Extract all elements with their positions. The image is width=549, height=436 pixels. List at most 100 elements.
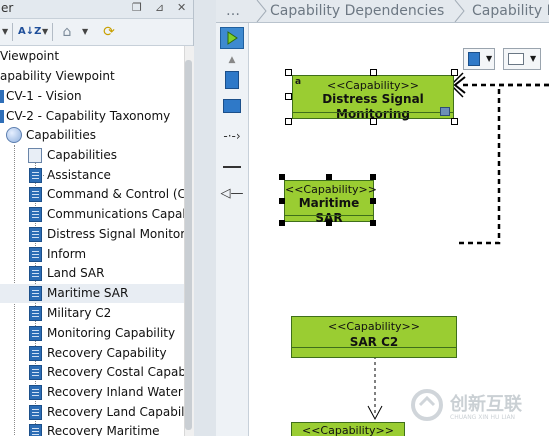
tree-item[interactable]: Communications Capability <box>0 205 184 224</box>
panel-title-bar: er ❐ ⊿ ✕ <box>0 0 193 19</box>
tree-item-label: Recovery Land Capability <box>47 405 184 419</box>
resize-handle[interactable] <box>285 69 292 76</box>
capability-icon <box>29 227 42 242</box>
panel-splitter[interactable] <box>194 0 216 436</box>
tree-item[interactable]: CV-1 - Vision <box>0 87 184 106</box>
view-icon <box>0 110 4 123</box>
tree-item[interactable]: Command & Control (CS) <box>0 185 184 204</box>
resize-handle[interactable] <box>370 220 376 226</box>
watermark-subtext: CHUANG XIN HU LIAN <box>450 414 516 421</box>
toolbar-separator <box>52 23 53 41</box>
tree-item-label: Inform <box>47 247 87 261</box>
watermark-text: 创新互联 <box>450 394 522 415</box>
capability-icon <box>29 286 42 301</box>
tree-item-label: Military C2 <box>47 306 112 320</box>
tree-item-label: Monitoring Capability <box>47 326 176 340</box>
node-stereotype: <<Capability>> <box>302 424 394 436</box>
tree-item-label: Recovery Capability <box>47 346 167 360</box>
resize-handle[interactable] <box>451 118 458 125</box>
node-stereotype: <<Capability>> <box>327 79 419 92</box>
pin-icon[interactable]: ⊿ <box>155 1 164 14</box>
tree-item[interactable]: Land SAR <box>0 264 184 283</box>
tree-item-selected[interactable]: Maritime SAR <box>0 284 184 303</box>
tree-item[interactable]: Recovery Capability <box>0 344 184 363</box>
tree-item[interactable]: Capabilities <box>0 146 184 165</box>
resize-handle[interactable] <box>370 69 377 76</box>
capability-box-icon[interactable] <box>220 95 244 117</box>
package-icon <box>6 127 22 143</box>
model-tree: Viewpoint apability Viewpoint CV-1 - Vis… <box>0 46 184 436</box>
panel-title: er <box>1 1 14 15</box>
triangle-arrow-icon[interactable]: ◁— <box>220 183 244 205</box>
resize-handle[interactable] <box>279 220 285 226</box>
watermark: 创新互联 CHUANG XIN HU LIAN <box>402 378 549 436</box>
resize-handle[interactable] <box>285 118 292 125</box>
restore-icon[interactable]: ❐ <box>132 1 142 14</box>
tree-item[interactable]: Recovery Maritime <box>0 422 184 436</box>
resize-handle[interactable] <box>370 174 376 180</box>
resize-handle[interactable] <box>370 118 377 125</box>
breadcrumb-separator-icon <box>256 0 267 22</box>
tree-item-label: Recovery Costal Capability <box>47 365 184 379</box>
resize-handle[interactable] <box>370 198 376 204</box>
tree-item[interactable]: Recovery Costal Capability <box>0 363 184 382</box>
capability-icon <box>29 306 42 321</box>
breadcrumb-item[interactable]: Capability Dependencies <box>270 1 444 21</box>
capability-icon <box>29 365 42 380</box>
resize-handle[interactable] <box>326 174 332 180</box>
capability-icon[interactable] <box>220 69 244 91</box>
tree-item[interactable]: CV-2 - Capability Taxonomy <box>0 107 184 126</box>
dependency-arrow-icon[interactable]: -·-› <box>220 125 244 147</box>
triangle-up-icon[interactable]: ▲ <box>220 49 244 71</box>
tree-item-label: Recovery Inland Water <box>47 385 183 399</box>
select-pointer-icon[interactable] <box>220 27 244 49</box>
tree-item[interactable]: Viewpoint <box>0 47 184 66</box>
resize-handle[interactable] <box>285 93 292 100</box>
capability-icon <box>29 405 42 420</box>
resize-handle[interactable] <box>279 174 285 180</box>
tree-scrollbar-thumb[interactable] <box>185 60 192 430</box>
tree-item[interactable]: Recovery Land Capability <box>0 403 184 422</box>
line-tool-icon[interactable] <box>220 156 244 178</box>
capability-icon <box>29 424 42 436</box>
home-icon[interactable]: ⌂ <box>58 23 76 41</box>
capability-node[interactable]: <<Capability>> <box>291 422 405 436</box>
refresh-icon[interactable]: ⟳ <box>100 23 118 41</box>
tree-item[interactable]: Military C2 <box>0 304 184 323</box>
home-dropdown-icon[interactable]: ▼ <box>82 27 88 36</box>
resize-handle[interactable] <box>326 220 332 226</box>
resize-handle[interactable] <box>451 69 458 76</box>
capability-icon <box>29 207 42 222</box>
tree-item[interactable]: Assistance <box>0 166 184 185</box>
capability-icon <box>29 346 42 361</box>
capability-icon <box>29 266 42 281</box>
close-icon[interactable]: ✕ <box>177 1 186 14</box>
tree-item[interactable]: Recovery Inland Water <box>0 383 184 402</box>
linked-diagram-icon[interactable] <box>440 107 450 116</box>
node-stereotype: <<Capability>> <box>285 183 377 196</box>
capability-node-selected[interactable]: <<Capability>> Maritime SAR <box>284 180 377 225</box>
sort-dropdown-icon[interactable]: ▼ <box>42 27 48 36</box>
sort-az-icon[interactable]: A↓Z <box>18 23 41 41</box>
breadcrumb-item[interactable]: Capability L <box>472 1 549 21</box>
capability-icon <box>29 247 42 262</box>
resize-handle[interactable] <box>279 198 285 204</box>
capability-node[interactable]: <<Capability>> SAR C2 <box>291 316 457 358</box>
capability-icon <box>29 168 42 183</box>
dropdown-arrow-icon[interactable]: ▼ <box>2 27 8 36</box>
tree-item[interactable]: Inform <box>0 245 184 264</box>
tree-item[interactable]: apability Viewpoint <box>0 67 184 86</box>
model-browser-panel: er ❐ ⊿ ✕ ▼ A↓Z ▼ ⌂ ▼ ⟳ Viewpoint apabili… <box>0 0 194 436</box>
breadcrumb-ellipsis[interactable]: … <box>226 1 240 21</box>
view-icon <box>0 90 4 103</box>
diagram-canvas[interactable]: ▼ ▼ <<Capability>> Distress Signal Monit… <box>249 23 549 436</box>
panel-toolbar: ▼ A↓Z ▼ ⌂ ▼ ⟳ <box>0 19 193 46</box>
capability-node[interactable]: <<Capability>> Distress Signal Monitorin… <box>292 75 454 121</box>
tree-item-label: apability Viewpoint <box>0 69 115 83</box>
tree-item[interactable]: Capabilities <box>0 126 184 145</box>
tree-item-label: Assistance <box>47 168 111 182</box>
tree-item-label: Maritime SAR <box>47 286 129 300</box>
tree-item[interactable]: Monitoring Capability <box>0 324 184 343</box>
tree-item-label: Viewpoint <box>0 49 60 63</box>
tree-item[interactable]: Distress Signal Monitoring <box>0 225 184 244</box>
